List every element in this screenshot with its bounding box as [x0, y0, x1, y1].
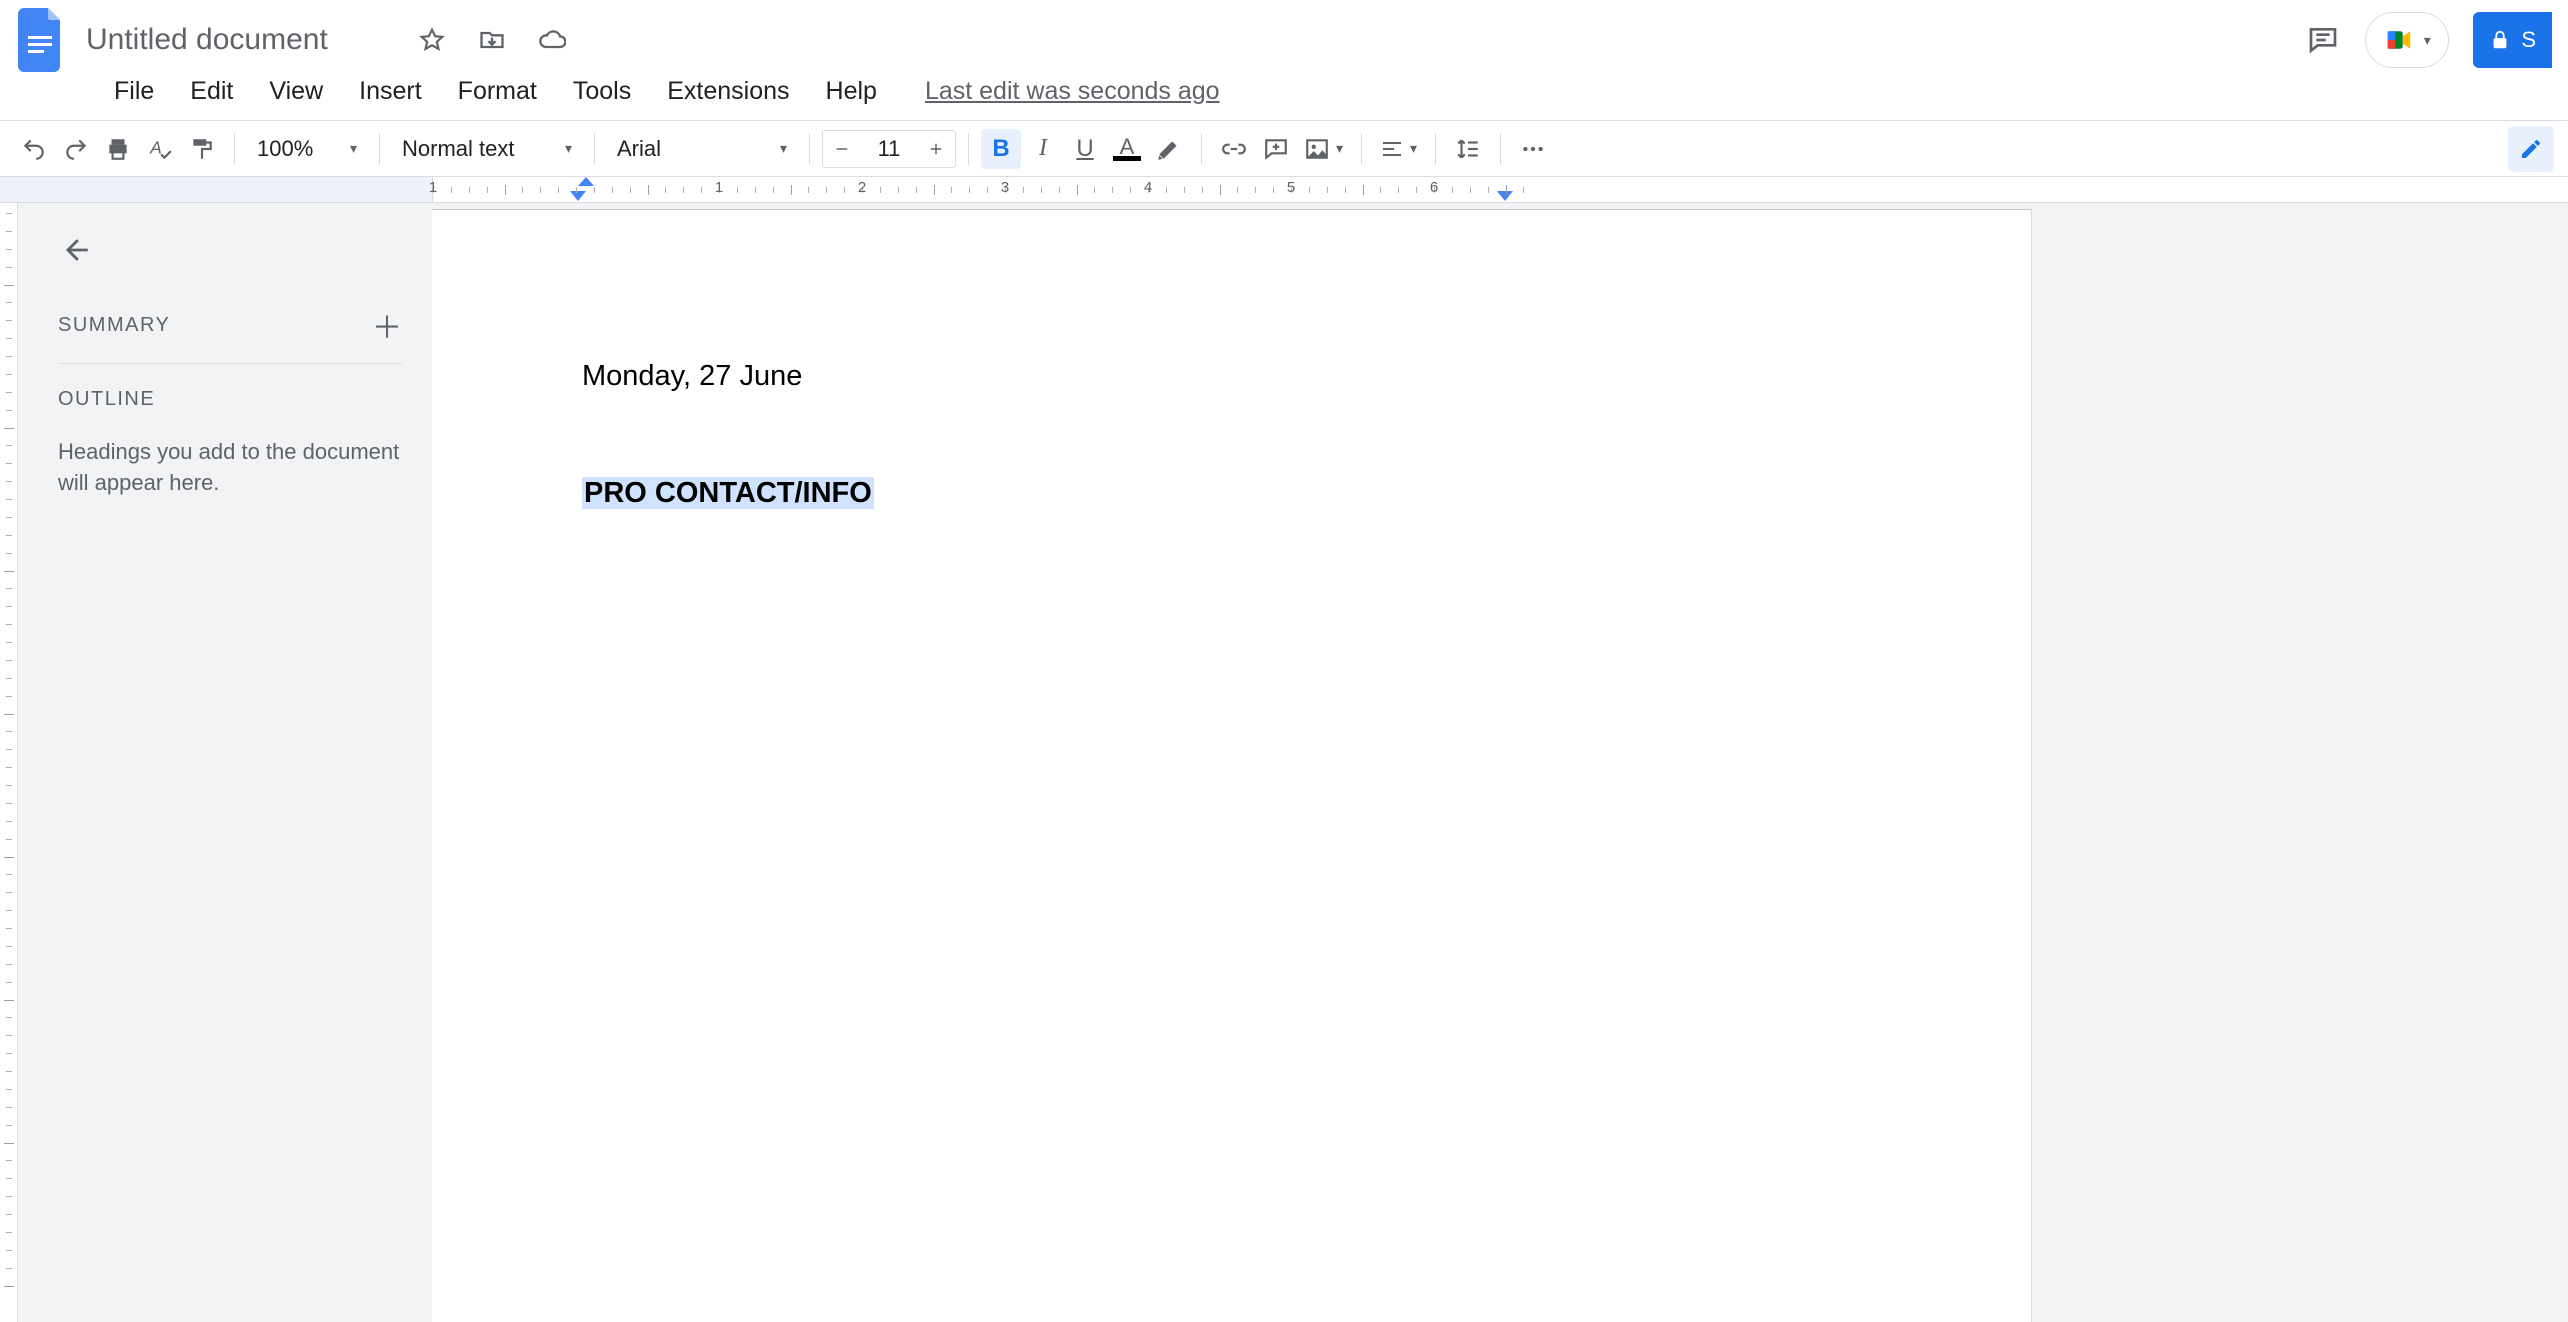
separator [234, 133, 235, 165]
add-comment-button[interactable] [1256, 129, 1296, 169]
page-area[interactable]: Monday, 27 June PRO CONTACT/INFO [432, 203, 2568, 1322]
horizontal-ruler[interactable]: 1 1 2 3 4 5 6 [0, 177, 2568, 203]
ruler-number: 3 [1001, 179, 1009, 196]
meet-button[interactable]: ▾ [2365, 12, 2449, 68]
toolbar: A 100% ▾ Normal text ▾ Arial ▾ B I U A ▾ ▾ [0, 121, 2568, 177]
underline-button[interactable]: U [1065, 129, 1105, 169]
last-edit-link[interactable]: Last edit was seconds ago [925, 77, 1220, 106]
separator [594, 133, 595, 165]
zoom-select[interactable]: 100% ▾ [247, 136, 367, 162]
doc-text-line-2-selected[interactable]: PRO CONTACT/INFO [582, 477, 874, 509]
outline-empty-hint: Headings you add to the document will ap… [58, 437, 402, 499]
title-icon-group [414, 22, 570, 58]
font-select[interactable]: Arial ▾ [607, 136, 797, 162]
italic-button[interactable]: I [1023, 129, 1063, 169]
highlight-button[interactable] [1149, 129, 1189, 169]
ruler-number: 4 [1144, 179, 1152, 196]
move-icon[interactable] [474, 22, 510, 58]
left-indent-marker[interactable] [570, 191, 586, 201]
paint-format-button[interactable] [182, 129, 222, 169]
toolbar-right [2508, 126, 2554, 172]
text-color-button[interactable]: A [1107, 129, 1147, 169]
star-icon[interactable] [414, 22, 450, 58]
line-spacing-button[interactable] [1448, 129, 1488, 169]
insert-link-button[interactable] [1214, 129, 1254, 169]
ruler-track[interactable]: 1 1 2 3 4 5 6 [432, 177, 2568, 202]
chevron-down-icon: ▾ [2424, 32, 2431, 49]
summary-label: SUMMARY [58, 314, 170, 337]
header-right-cluster: ▾ S [2305, 12, 2552, 68]
share-label: S [2521, 27, 2536, 53]
menu-view[interactable]: View [251, 71, 341, 112]
editing-mode-button[interactable] [2508, 126, 2554, 172]
text-color-swatch [1113, 156, 1141, 161]
ruler-gutter [0, 177, 432, 202]
more-button[interactable] [1513, 129, 1553, 169]
workspace: SUMMARY ＋ OUTLINE Headings you add to th… [0, 203, 2568, 1322]
separator [1500, 133, 1501, 165]
page-content[interactable]: Monday, 27 June PRO CONTACT/INFO [432, 210, 2031, 510]
title-bar: ▾ S [0, 0, 2568, 72]
spellcheck-button[interactable]: A [140, 129, 180, 169]
chevron-down-icon: ▾ [1336, 140, 1343, 157]
add-summary-button[interactable]: ＋ [372, 303, 402, 347]
paragraph-style-value: Normal text [402, 136, 514, 162]
ruler-number: 1 [429, 179, 437, 196]
menu-format[interactable]: Format [440, 71, 555, 112]
separator [809, 133, 810, 165]
cloud-status-icon[interactable] [534, 22, 570, 58]
paragraph-style-select[interactable]: Normal text ▾ [392, 136, 582, 162]
separator [968, 133, 969, 165]
docs-logo[interactable] [16, 5, 68, 75]
divider [58, 363, 402, 364]
font-size-decrease[interactable] [823, 131, 861, 167]
ruler-number: 6 [1430, 179, 1438, 196]
menu-bar: File Edit View Insert Format Tools Exten… [0, 72, 2568, 120]
outline-label: OUTLINE [58, 388, 402, 411]
print-button[interactable] [98, 129, 138, 169]
zoom-value: 100% [257, 136, 313, 162]
doc-text-line-1[interactable]: Monday, 27 June [582, 360, 1881, 393]
comment-history-icon[interactable] [2305, 22, 2341, 58]
font-size-group [822, 130, 956, 168]
menu-edit[interactable]: Edit [172, 71, 251, 112]
menu-extensions[interactable]: Extensions [649, 71, 807, 112]
align-button[interactable]: ▾ [1374, 129, 1423, 169]
document-page[interactable]: Monday, 27 June PRO CONTACT/INFO [432, 209, 2032, 1322]
menu-tools[interactable]: Tools [555, 71, 649, 112]
separator [1201, 133, 1202, 165]
undo-button[interactable] [14, 129, 54, 169]
bold-button[interactable]: B [981, 129, 1021, 169]
menu-file[interactable]: File [96, 71, 172, 112]
chevron-down-icon: ▾ [350, 140, 357, 157]
svg-text:A: A [149, 137, 162, 157]
font-value: Arial [617, 136, 661, 162]
font-size-input[interactable] [861, 136, 917, 162]
menu-insert[interactable]: Insert [341, 71, 440, 112]
ruler-number: 5 [1287, 179, 1295, 196]
outline-collapse-button[interactable] [58, 233, 98, 273]
menu-help[interactable]: Help [808, 71, 895, 112]
outline-panel: SUMMARY ＋ OUTLINE Headings you add to th… [18, 203, 432, 1322]
ruler-number: 1 [715, 179, 723, 196]
chevron-down-icon: ▾ [1410, 140, 1417, 157]
share-button[interactable]: S [2473, 12, 2552, 68]
summary-header: SUMMARY ＋ [58, 303, 402, 363]
ruler-number: 2 [858, 179, 866, 196]
separator [1361, 133, 1362, 165]
insert-image-button[interactable]: ▾ [1298, 129, 1349, 169]
separator [379, 133, 380, 165]
chevron-down-icon: ▾ [780, 140, 787, 157]
separator [1435, 133, 1436, 165]
font-size-increase[interactable] [917, 131, 955, 167]
document-title-input[interactable] [86, 23, 406, 57]
redo-button[interactable] [56, 129, 96, 169]
chevron-down-icon: ▾ [565, 140, 572, 157]
vertical-ruler[interactable] [0, 203, 18, 1322]
